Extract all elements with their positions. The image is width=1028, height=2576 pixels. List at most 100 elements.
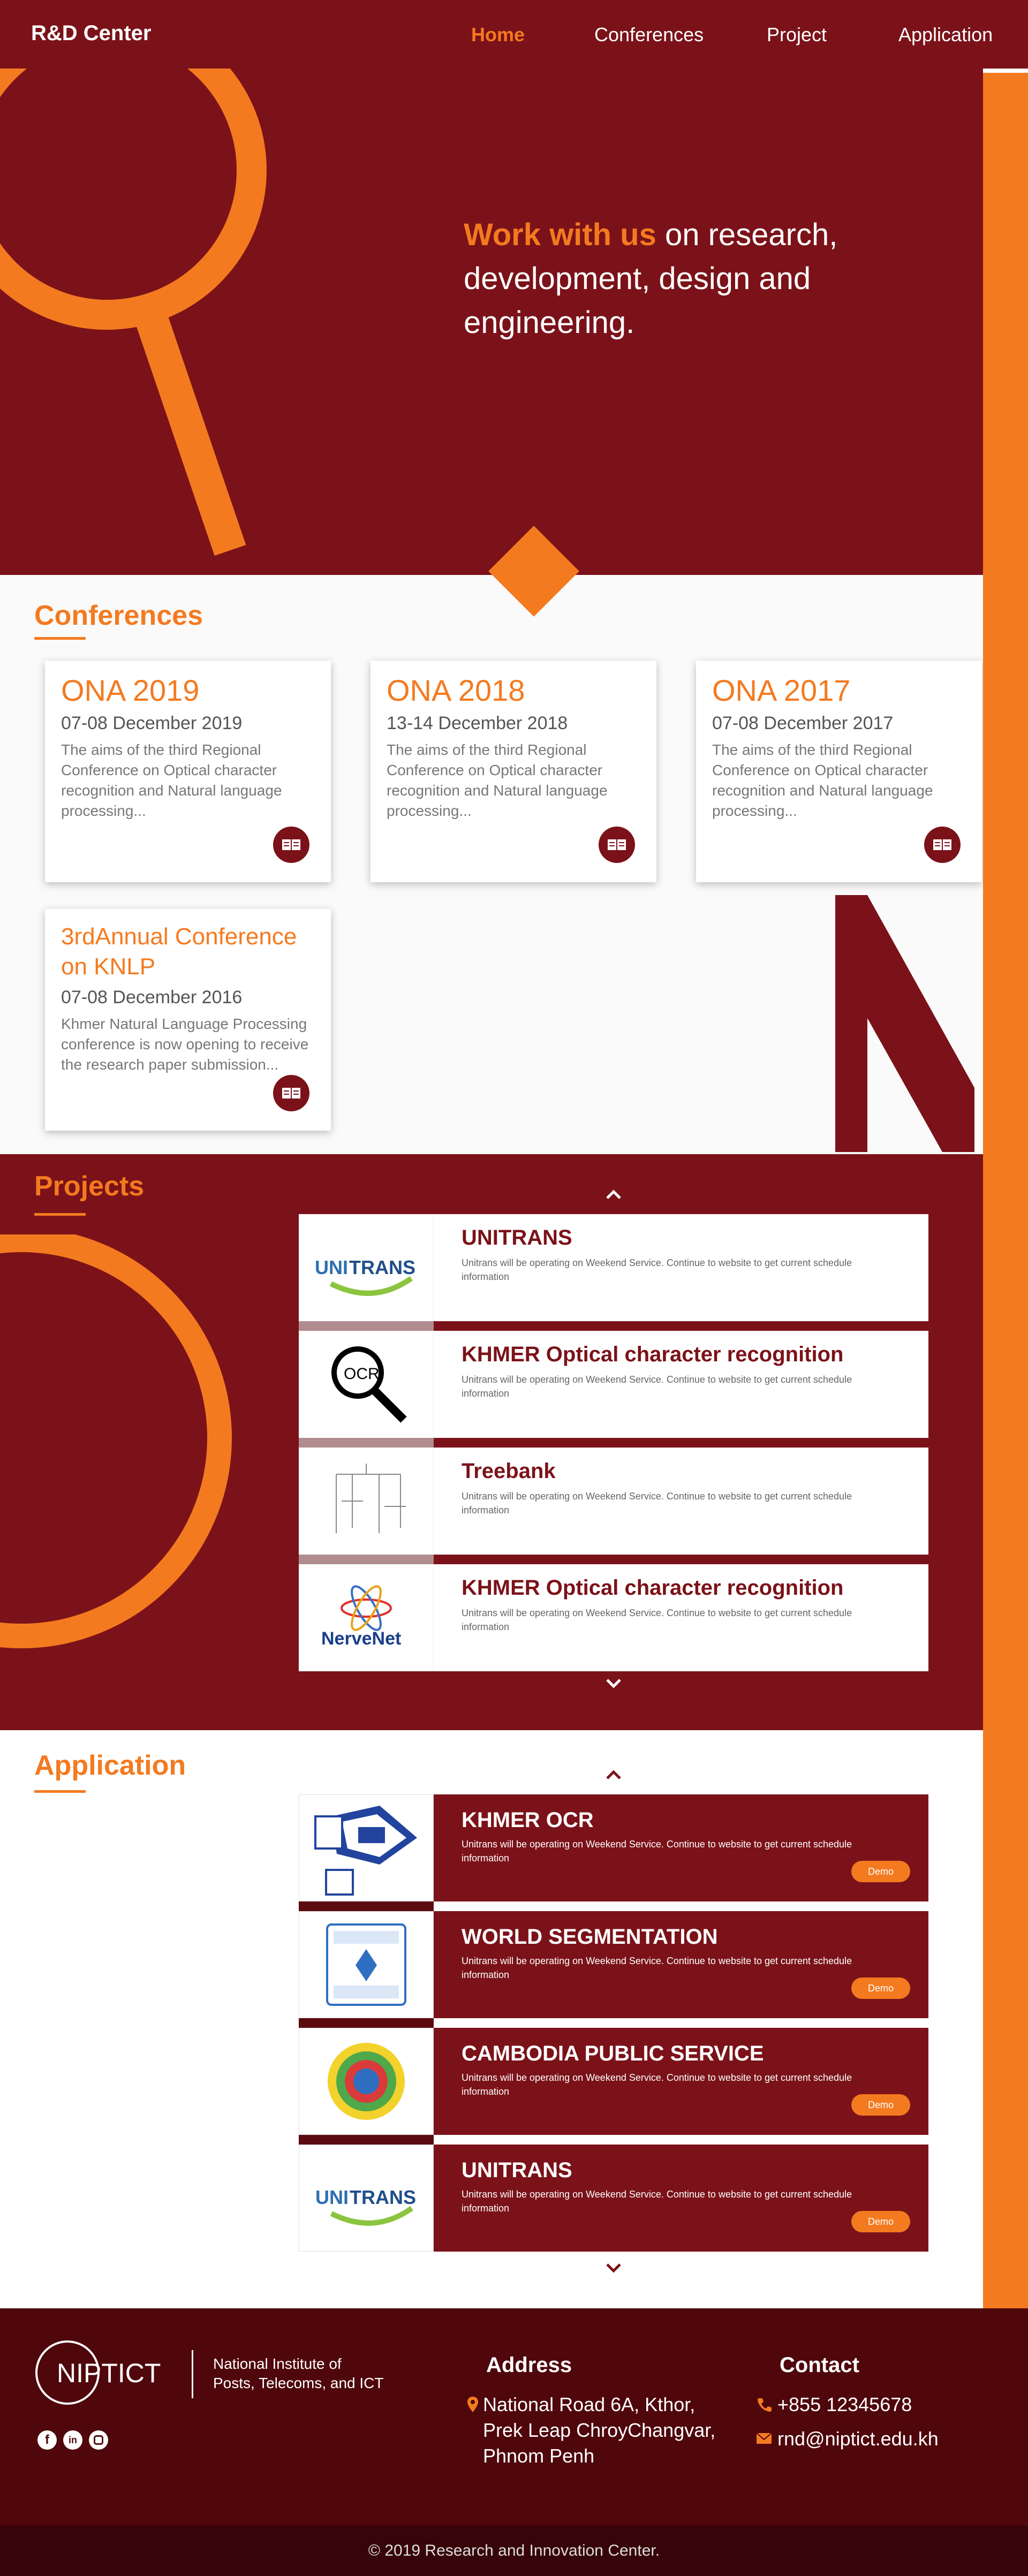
conference-card[interactable]: 3rdAnnual Conference on KNLP 07-08 Decem… bbox=[45, 909, 331, 1131]
address-line1: National Road 6A, Kthor, bbox=[483, 2393, 696, 2415]
address-heading: Address bbox=[486, 2353, 572, 2377]
row-shadow bbox=[299, 1438, 434, 1448]
contact-email[interactable]: rnd@niptict.edu.kh bbox=[777, 2426, 939, 2452]
demo-button[interactable]: Demo bbox=[851, 2211, 910, 2232]
niptict-logo-text: NIPTICT bbox=[57, 2358, 161, 2388]
project-name: KHMER Optical character recognition bbox=[462, 1343, 844, 1366]
project-row[interactable]: Treebank Unitrans will be operating on W… bbox=[299, 1448, 928, 1564]
row-shadow bbox=[299, 2135, 434, 2145]
application-name: KHMER OCR bbox=[462, 1808, 594, 1832]
conference-date: 07-08 December 2019 bbox=[61, 713, 243, 733]
footer-divider bbox=[192, 2350, 193, 2398]
treebank-diagram-logo bbox=[299, 1448, 434, 1555]
book-icon bbox=[282, 1088, 300, 1098]
conference-title: 3rdAnnual Conference on KNLP bbox=[61, 923, 297, 980]
project-desc: Unitrans will be operating on Weekend Se… bbox=[462, 1257, 852, 1282]
khmer-ocr-scanner-logo bbox=[299, 1794, 434, 1901]
linkedin-icon[interactable]: in bbox=[63, 2430, 82, 2450]
application-name: UNITRANS bbox=[462, 2158, 572, 2182]
project-desc: Unitrans will be operating on Weekend Se… bbox=[462, 1608, 852, 1632]
social-links: f in bbox=[37, 2430, 108, 2450]
conference-title: ONA 2017 bbox=[712, 673, 851, 707]
niptict-logo-graphic: NIPTICT bbox=[35, 2340, 161, 2405]
project-name: KHMER Optical character recognition bbox=[462, 1576, 844, 1600]
conference-title: ONA 2019 bbox=[61, 673, 200, 707]
letter-d-graphic bbox=[0, 1234, 232, 1648]
conference-card[interactable]: ONA 2018 13-14 December 2018 The aims of… bbox=[371, 661, 656, 882]
demo-button[interactable]: Demo bbox=[851, 1978, 910, 1999]
copyright-text: © 2019 Research and Innovation Center. bbox=[368, 2542, 660, 2559]
letter-n-graphic bbox=[835, 895, 974, 1152]
address-line3: Phnom Penh bbox=[483, 2445, 595, 2467]
email-icon bbox=[756, 2433, 772, 2444]
project-name: Treebank bbox=[462, 1459, 556, 1483]
phone-icon bbox=[758, 2398, 772, 2412]
project-row[interactable]: OCR KHMER Optical character recognition … bbox=[299, 1331, 928, 1448]
book-icon bbox=[282, 839, 300, 850]
unitrans-logo: UNI TRANS bbox=[299, 2145, 434, 2252]
instagram-icon[interactable] bbox=[89, 2430, 108, 2450]
conferences-underline bbox=[34, 637, 86, 640]
read-more-button[interactable] bbox=[924, 827, 961, 863]
svg-text:TRANS: TRANS bbox=[350, 2186, 416, 2208]
row-shadow bbox=[299, 1555, 434, 1564]
conferences-section: Conferences ONA 2019 07-08 December 2019… bbox=[0, 575, 983, 1154]
conference-date: 07-08 December 2017 bbox=[712, 713, 894, 733]
application-name: WORLD SEGMENTATION bbox=[462, 1925, 718, 1949]
projects-section: Projects UNI TRANS UNITRANS Unitrans wil… bbox=[0, 1154, 983, 1730]
read-more-button[interactable] bbox=[599, 827, 635, 863]
hero-section: Work with us on research, development, d… bbox=[0, 69, 983, 575]
nav-project-link[interactable]: Project bbox=[767, 24, 827, 46]
word-segmentation-logo bbox=[299, 1911, 434, 2018]
conference-desc: Khmer Natural Language Processing confer… bbox=[61, 1016, 309, 1073]
conference-card[interactable]: ONA 2019 07-08 December 2019 The aims of… bbox=[45, 661, 331, 882]
hero-headline: Work with us on research, development, d… bbox=[464, 213, 903, 345]
read-more-button[interactable] bbox=[273, 1075, 309, 1111]
conferences-title: Conferences bbox=[34, 600, 203, 631]
conference-title: ONA 2018 bbox=[387, 673, 525, 707]
conference-desc: The aims of the third Regional Conferenc… bbox=[712, 741, 933, 819]
application-row[interactable]: WORLD SEGMENTATION Unitrans will be oper… bbox=[299, 1911, 928, 2028]
nav-conferences-link[interactable]: Conferences bbox=[594, 24, 704, 46]
footer: NIPTICT National Institute of Posts, Tel… bbox=[0, 2308, 1028, 2526]
conference-card[interactable]: ONA 2017 07-08 December 2017 The aims of… bbox=[696, 661, 982, 882]
contact-heading: Contact bbox=[780, 2353, 859, 2377]
scroll-up-chevron-icon[interactable] bbox=[604, 1188, 623, 1201]
application-row[interactable]: CAMBODIA PUBLIC SERVICE Unitrans will be… bbox=[299, 2028, 928, 2145]
application-desc: Unitrans will be operating on Weekend Se… bbox=[462, 2072, 852, 2097]
project-row[interactable]: UNI TRANS UNITRANS Unitrans will be oper… bbox=[299, 1214, 928, 1331]
top-navbar: R&D Center Home Conferences Project Appl… bbox=[0, 0, 1028, 69]
nav-home-link[interactable]: Home bbox=[471, 24, 525, 46]
application-name: CAMBODIA PUBLIC SERVICE bbox=[462, 2042, 764, 2065]
application-desc: Unitrans will be operating on Weekend Se… bbox=[462, 2189, 852, 2214]
svg-text:NerveNet: NerveNet bbox=[321, 1628, 401, 1649]
hero-letter-r-graphic bbox=[0, 69, 267, 556]
brand-logo[interactable]: R&D Center bbox=[31, 21, 151, 46]
scroll-down-chevron-icon[interactable] bbox=[604, 1677, 623, 1689]
application-row[interactable]: KHMER OCR Unitrans will be operating on … bbox=[299, 1794, 928, 1911]
conference-desc: The aims of the third Regional Conferenc… bbox=[61, 741, 282, 819]
nervenet-logo: NerveNet bbox=[299, 1564, 434, 1671]
scroll-down-chevron-icon[interactable] bbox=[604, 2261, 623, 2274]
book-icon bbox=[608, 839, 626, 850]
facebook-icon[interactable]: f bbox=[37, 2430, 57, 2450]
application-section: Application KHMER OCR Unitrans will be o… bbox=[0, 1730, 983, 2308]
read-more-button[interactable] bbox=[273, 827, 309, 863]
scroll-up-chevron-icon[interactable] bbox=[604, 1769, 623, 1782]
contact-phone[interactable]: +855 12345678 bbox=[777, 2392, 912, 2418]
hero-highlight: Work with us bbox=[464, 217, 656, 252]
demo-button[interactable]: Demo bbox=[851, 2094, 910, 2116]
conference-date: 13-14 December 2018 bbox=[387, 713, 568, 733]
right-accent-strip bbox=[983, 73, 1028, 2308]
svg-text:UNI: UNI bbox=[315, 2186, 349, 2208]
demo-button[interactable]: Demo bbox=[851, 1861, 910, 1882]
nav-application-link[interactable]: Application bbox=[898, 24, 993, 46]
application-row[interactable]: UNI TRANS UNITRANS Unitrans will be oper… bbox=[299, 2145, 928, 2252]
project-desc: Unitrans will be operating on Weekend Se… bbox=[462, 1374, 852, 1399]
public-service-emblem-logo bbox=[299, 2028, 434, 2135]
address-line2: Prek Leap ChroyChangvar, bbox=[483, 2419, 716, 2441]
map-pin-icon bbox=[467, 2397, 478, 2412]
ocr-magnifier-logo: OCR bbox=[299, 1331, 434, 1438]
row-shadow bbox=[299, 1901, 434, 1911]
project-row[interactable]: NerveNet KHMER Optical character recogni… bbox=[299, 1564, 928, 1671]
